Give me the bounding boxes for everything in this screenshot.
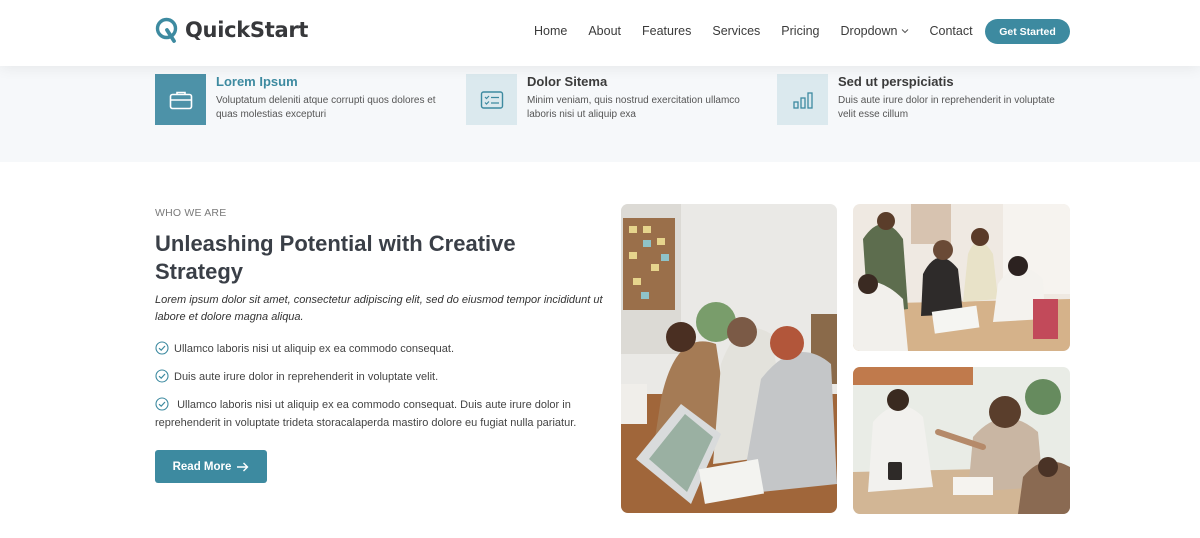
check-circle-icon [155, 341, 169, 355]
nav-pricing[interactable]: Pricing [781, 24, 819, 38]
section-heading: Unleashing Potential with Creative Strat… [155, 231, 516, 284]
feature-icon-box [155, 74, 206, 125]
feature-item[interactable]: Sed ut perspiciatis Duis aute irure dolo… [777, 74, 1073, 125]
checklist-text: Ullamco laboris nisi ut aliquip ex ea co… [174, 343, 455, 355]
nav-features[interactable]: Features [642, 24, 691, 38]
bar-chart-icon [792, 91, 813, 109]
nav-services[interactable]: Services [712, 24, 760, 38]
feature-item[interactable]: Dolor Sitema Minim veniam, quis nostrud … [466, 74, 762, 125]
feature-description: Minim veniam, quis nostrud exercitation … [527, 95, 740, 120]
check-circle-icon [155, 397, 169, 411]
team-meeting-photo [621, 204, 837, 513]
nav-dropdown[interactable]: Dropdown [841, 24, 909, 38]
feature-description: Duis aute irure dolor in reprehenderit i… [838, 95, 1055, 120]
read-more-button[interactable]: Read More [155, 450, 267, 483]
checklist-text: Ullamco laboris nisi ut aliquip ex ea co… [155, 399, 577, 429]
section-lead: Lorem ipsum dolor sit amet, consectetur … [155, 294, 603, 323]
nav-dropdown-label: Dropdown [840, 24, 898, 38]
feature-icon-box [466, 74, 517, 125]
features-strip: Lorem Ipsum Voluptatum deleniti atque co… [0, 66, 1200, 162]
business-handshake-photo [853, 367, 1070, 514]
site-header: QuickStart Home About Features Services … [0, 0, 1200, 66]
checklist-item: Duis aute irure dolor in reprehenderit i… [155, 368, 605, 386]
feature-item[interactable]: Lorem Ipsum Voluptatum deleniti atque co… [155, 74, 451, 125]
checklist-item: Ullamco laboris nisi ut aliquip ex ea co… [155, 396, 605, 432]
feature-title: Sed ut perspiciatis [838, 74, 954, 89]
nav-contact[interactable]: Contact [930, 24, 973, 38]
briefcase-icon [169, 91, 192, 109]
checklist-item: Ullamco laboris nisi ut aliquip ex ea co… [155, 340, 605, 358]
feature-description: Voluptatum deleniti atque corrupti quos … [216, 95, 436, 120]
brand-name: QuickStart [185, 18, 309, 42]
check-circle-icon [155, 369, 169, 383]
arrow-right-icon [237, 462, 249, 471]
card-checklist-icon [480, 90, 503, 109]
main-nav: Home About Features Services Pricing Dro… [534, 24, 994, 38]
checklist-text: Duis aute irure dolor in reprehenderit i… [174, 371, 439, 383]
read-more-label: Read More [172, 460, 232, 473]
team-workshop-photo [853, 204, 1070, 351]
logo-q-icon [155, 17, 178, 43]
checklist: Ullamco laboris nisi ut aliquip ex ea co… [155, 340, 605, 442]
get-started-button[interactable]: Get Started [985, 19, 1070, 44]
nav-home[interactable]: Home [534, 24, 567, 38]
chevron-down-icon [901, 29, 908, 34]
feature-icon-box [777, 74, 828, 125]
nav-about[interactable]: About [588, 24, 621, 38]
feature-title: Lorem Ipsum [216, 74, 298, 89]
logo[interactable]: QuickStart [155, 17, 308, 43]
feature-title: Dolor Sitema [527, 74, 608, 89]
section-eyebrow: WHO WE ARE [155, 207, 227, 219]
